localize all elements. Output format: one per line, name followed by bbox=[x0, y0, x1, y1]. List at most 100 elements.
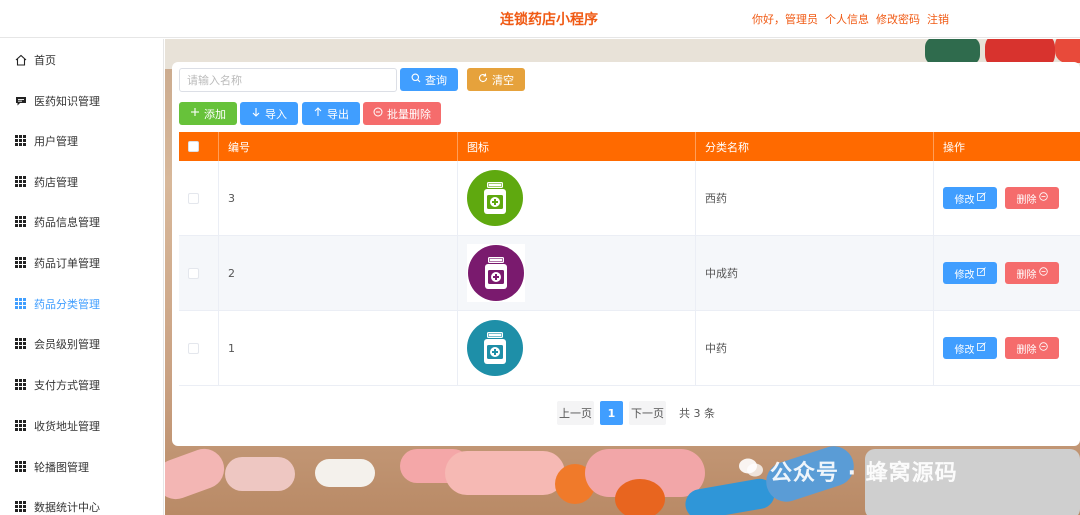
sidebar-item-drug-category[interactable]: 药品分类管理 bbox=[0, 284, 164, 324]
watermark: 公众号 · 蜂窝源码 bbox=[738, 455, 958, 487]
grid-icon bbox=[15, 501, 27, 513]
row-id: 3 bbox=[218, 161, 457, 235]
search-icon bbox=[411, 73, 421, 86]
row-checkbox[interactable] bbox=[188, 192, 199, 204]
grid-icon bbox=[15, 257, 27, 269]
change-password-link[interactable]: 修改密码 bbox=[876, 11, 920, 27]
sidebar: 首页 医药知识管理 用户管理 药店管理 药品信息管理 药品订单管理 药品分类管理… bbox=[0, 39, 164, 515]
sidebar-item-drug-info[interactable]: 药品信息管理 bbox=[0, 202, 164, 242]
batch-delete-button-label: 批量删除 bbox=[387, 107, 431, 121]
edit-button-label: 修改 bbox=[954, 194, 975, 206]
sidebar-item-users[interactable]: 用户管理 bbox=[0, 121, 164, 161]
edit-button[interactable]: 修改 bbox=[943, 187, 997, 209]
edit-button-label: 修改 bbox=[954, 269, 975, 281]
search-input[interactable] bbox=[179, 68, 397, 92]
row-checkbox[interactable] bbox=[188, 267, 199, 279]
arrow-down-icon bbox=[251, 107, 261, 120]
add-button-label: 添加 bbox=[204, 107, 226, 121]
column-header-id[interactable]: 编号 bbox=[218, 132, 457, 161]
row-id: 1 bbox=[218, 311, 457, 385]
minus-circle-icon bbox=[1038, 267, 1048, 279]
grid-icon bbox=[15, 420, 27, 432]
row-actions-cell: 修改 删除 bbox=[933, 236, 1080, 310]
delete-button-label: 删除 bbox=[1016, 194, 1037, 206]
sidebar-item-label: 数据统计中心 bbox=[34, 501, 100, 514]
row-category-name: 中成药 bbox=[695, 236, 933, 310]
row-id: 2 bbox=[218, 236, 457, 310]
sidebar-item-address[interactable]: 收货地址管理 bbox=[0, 406, 164, 446]
grid-icon bbox=[15, 135, 27, 147]
sidebar-item-home[interactable]: 首页 bbox=[0, 40, 164, 80]
profile-link[interactable]: 个人信息 bbox=[825, 11, 869, 27]
edit-icon bbox=[976, 342, 986, 354]
sidebar-item-label: 支付方式管理 bbox=[34, 379, 100, 392]
sidebar-item-label: 首页 bbox=[34, 54, 56, 67]
sidebar-item-medical-knowledge[interactable]: 医药知识管理 bbox=[0, 81, 164, 121]
medicine-bottle-icon bbox=[467, 170, 523, 226]
row-select-cell bbox=[179, 236, 218, 310]
page-number-button[interactable]: 1 bbox=[600, 401, 623, 425]
sidebar-item-label: 药品信息管理 bbox=[34, 216, 100, 229]
grid-icon bbox=[15, 298, 27, 310]
medicine-bottle-icon bbox=[467, 320, 523, 376]
edit-button[interactable]: 修改 bbox=[943, 337, 997, 359]
app-title: 连锁药店小程序 bbox=[500, 12, 598, 28]
column-header-icon: 图标 bbox=[457, 132, 695, 161]
row-checkbox[interactable] bbox=[188, 342, 199, 354]
arrow-up-icon bbox=[313, 107, 323, 120]
delete-button[interactable]: 删除 bbox=[1005, 262, 1059, 284]
edit-button-label: 修改 bbox=[954, 344, 975, 356]
export-button[interactable]: 导出 bbox=[302, 102, 360, 125]
delete-button-label: 删除 bbox=[1016, 269, 1037, 281]
table-row: 2 中成药 修改 删除 bbox=[179, 236, 1080, 311]
wechat-icon bbox=[738, 457, 764, 485]
logout-link[interactable]: 注销 bbox=[927, 11, 949, 27]
sidebar-item-label: 轮播图管理 bbox=[34, 461, 89, 474]
grid-icon bbox=[15, 176, 27, 188]
medicine-bottle-icon bbox=[468, 245, 524, 301]
select-all-checkbox[interactable] bbox=[188, 141, 199, 152]
batch-delete-button[interactable]: 批量删除 bbox=[363, 102, 441, 125]
delete-button[interactable]: 删除 bbox=[1005, 187, 1059, 209]
next-page-button[interactable]: 下一页 bbox=[629, 401, 666, 425]
sidebar-item-carousel[interactable]: 轮播图管理 bbox=[0, 447, 164, 487]
row-category-name: 西药 bbox=[695, 161, 933, 235]
clear-button-label: 清空 bbox=[492, 73, 514, 87]
prev-page-button[interactable]: 上一页 bbox=[557, 401, 594, 425]
watermark-text: 公众号 · 蜂窝源码 bbox=[770, 461, 958, 486]
add-button[interactable]: 添加 bbox=[179, 102, 237, 125]
import-button-label: 导入 bbox=[265, 107, 287, 121]
table-header: 编号 图标 分类名称 操作 bbox=[179, 132, 1080, 161]
column-header-category-name[interactable]: 分类名称 bbox=[695, 132, 933, 161]
clear-button[interactable]: 清空 bbox=[467, 68, 525, 91]
sidebar-item-label: 药品分类管理 bbox=[34, 298, 100, 311]
row-category-name: 中药 bbox=[695, 311, 933, 385]
edit-button[interactable]: 修改 bbox=[943, 262, 997, 284]
row-icon-cell bbox=[457, 161, 695, 235]
sidebar-item-drug-orders[interactable]: 药品订单管理 bbox=[0, 243, 164, 283]
minus-circle-icon bbox=[1038, 192, 1048, 204]
grid-icon bbox=[15, 379, 27, 391]
sidebar-item-stores[interactable]: 药店管理 bbox=[0, 162, 164, 202]
table-row: 3 西药 修改 删除 bbox=[179, 161, 1080, 236]
top-header: 连锁药店小程序 你好，管理员 个人信息 修改密码 注销 bbox=[0, 0, 1080, 38]
row-actions-cell: 修改 删除 bbox=[933, 161, 1080, 235]
sidebar-item-statistics[interactable]: 数据统计中心 bbox=[0, 487, 164, 515]
import-button[interactable]: 导入 bbox=[240, 102, 298, 125]
refresh-icon bbox=[478, 73, 488, 86]
select-all-cell bbox=[179, 132, 218, 161]
greeting-text: 你好，管理员 bbox=[752, 13, 818, 26]
plus-icon bbox=[190, 107, 200, 120]
header-nav: 你好，管理员 个人信息 修改密码 注销 bbox=[752, 11, 949, 27]
column-header-actions: 操作 bbox=[933, 132, 1080, 161]
minus-circle-icon bbox=[373, 107, 383, 120]
grid-icon bbox=[15, 338, 27, 350]
row-icon-cell bbox=[457, 236, 695, 310]
total-count: 共 3 条 bbox=[679, 407, 715, 420]
sidebar-item-label: 收货地址管理 bbox=[34, 420, 100, 433]
grid-icon bbox=[15, 216, 27, 228]
query-button[interactable]: 查询 bbox=[400, 68, 458, 91]
sidebar-item-member-level[interactable]: 会员级别管理 bbox=[0, 324, 164, 364]
delete-button[interactable]: 删除 bbox=[1005, 337, 1059, 359]
sidebar-item-payment[interactable]: 支付方式管理 bbox=[0, 365, 164, 405]
